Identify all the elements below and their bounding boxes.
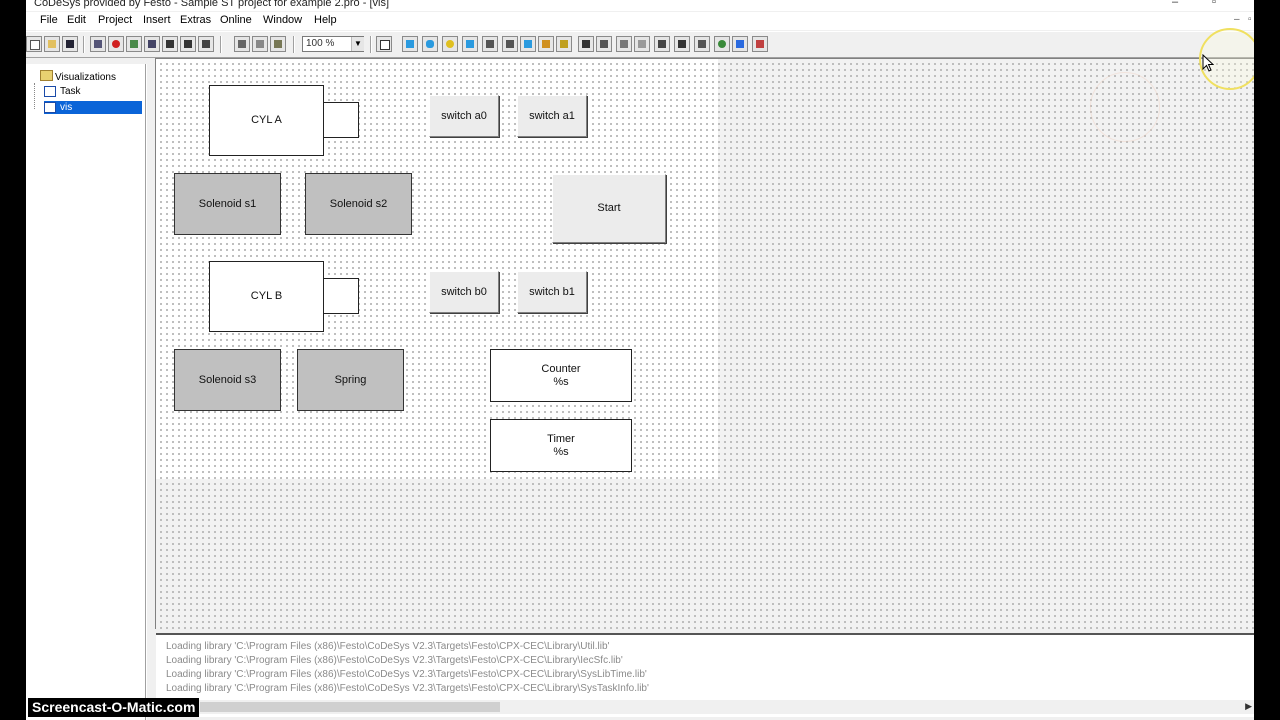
meter-icon[interactable]: [694, 36, 710, 52]
left-letterbox: [0, 0, 26, 720]
rectangle-icon[interactable]: [402, 36, 418, 52]
tree-item-vis[interactable]: vis: [44, 101, 142, 114]
table-grid-icon[interactable]: [654, 36, 670, 52]
toolbar-separator: [370, 36, 372, 53]
menu-extras[interactable]: Extras: [180, 14, 211, 26]
toolbar: 100 % ▼: [26, 31, 1254, 58]
tree-item-label: vis: [60, 102, 73, 113]
tree-item-task[interactable]: Task: [44, 85, 142, 98]
monitor-icon[interactable]: [198, 36, 214, 52]
visualization-icon: [44, 86, 56, 97]
window-title: CoDeSys provided by Festo - Sample ST pr…: [34, 0, 389, 9]
new-icon[interactable]: [26, 36, 42, 52]
bitmap-icon[interactable]: [538, 36, 554, 52]
chevron-down-icon[interactable]: ▼: [351, 37, 364, 51]
bar-icon[interactable]: [732, 36, 748, 52]
button-icon[interactable]: [578, 36, 594, 52]
restore-icon[interactable]: ▫: [1212, 0, 1216, 8]
rounded-rectangle-icon[interactable]: [422, 36, 438, 52]
menu-window[interactable]: Window: [263, 14, 302, 26]
curve-icon[interactable]: [502, 36, 518, 52]
stop-icon[interactable]: [108, 36, 124, 52]
spring[interactable]: Spring: [297, 349, 404, 411]
cylinder-b-body[interactable]: CYL B: [209, 261, 324, 332]
menu-online[interactable]: Online: [220, 14, 252, 26]
pie-icon[interactable]: [520, 36, 536, 52]
click-highlight-ring: [1090, 72, 1160, 142]
select-icon[interactable]: [376, 36, 392, 52]
logout-icon[interactable]: [180, 36, 196, 52]
message-line: Loading library 'C:\Program Files (x86)\…: [166, 683, 649, 694]
counter-display[interactable]: Counter %s: [490, 349, 632, 402]
step-icon[interactable]: [144, 36, 160, 52]
message-horizontal-scrollbar[interactable]: ▶: [156, 700, 1254, 714]
object-tree: Visualizations Task vis: [26, 64, 146, 720]
cylinder-a-body[interactable]: CYL A: [209, 85, 324, 156]
cylinder-a-rod[interactable]: [323, 102, 359, 138]
codesys-window: CoDeSys provided by Festo - Sample ST pr…: [26, 0, 1254, 720]
menu-bar: File Edit Project Insert Extras Online W…: [26, 12, 1254, 30]
paste-icon[interactable]: [270, 36, 286, 52]
folder-icon: [40, 70, 53, 81]
scroll-right-icon[interactable]: ▶: [1245, 701, 1252, 712]
tree-item-label: Task: [60, 86, 81, 97]
minimize-icon[interactable]: –: [1172, 0, 1178, 8]
toolbar-separator: [83, 36, 85, 53]
solenoid-s1[interactable]: Solenoid s1: [174, 173, 281, 235]
run-icon[interactable]: [126, 36, 142, 52]
login-icon[interactable]: [162, 36, 178, 52]
visualization-icon[interactable]: [556, 36, 572, 52]
toolbar-separator: [220, 36, 222, 53]
ellipse-icon[interactable]: [442, 36, 458, 52]
recorder-watermark: Screencast-O-Matic.com: [28, 698, 200, 717]
open-icon[interactable]: [44, 36, 60, 52]
switch-a0[interactable]: switch a0: [429, 95, 499, 137]
trend-icon[interactable]: [714, 36, 730, 52]
mdi-minimize-icon[interactable]: –: [1234, 14, 1240, 25]
text-icon[interactable]: [674, 36, 690, 52]
title-bar: CoDeSys provided by Festo - Sample ST pr…: [26, 0, 1254, 11]
switch-b0[interactable]: switch b0: [429, 271, 499, 313]
copy-icon[interactable]: [252, 36, 268, 52]
alarm-icon[interactable]: [634, 36, 650, 52]
right-letterbox: [1254, 0, 1280, 720]
save-icon[interactable]: [62, 36, 78, 52]
mouse-cursor-icon: [1202, 54, 1214, 72]
cylinder-b-rod[interactable]: [323, 278, 359, 314]
tree-root-visualizations[interactable]: Visualizations: [40, 70, 116, 83]
menu-edit[interactable]: Edit: [67, 14, 86, 26]
visualization-icon: [44, 102, 56, 113]
solenoid-s3[interactable]: Solenoid s3: [174, 349, 281, 411]
histogram-icon[interactable]: [752, 36, 768, 52]
table-icon[interactable]: [616, 36, 632, 52]
menu-insert[interactable]: Insert: [143, 14, 171, 26]
message-line: Loading library 'C:\Program Files (x86)\…: [166, 655, 623, 666]
switch-a1[interactable]: switch a1: [517, 95, 587, 137]
menu-help[interactable]: Help: [314, 14, 337, 26]
toolbar-separator: [293, 36, 295, 53]
scrollbar-thumb[interactable]: [200, 702, 500, 712]
polygon-icon[interactable]: [462, 36, 478, 52]
tree-root-label: Visualizations: [55, 72, 116, 83]
solenoid-s2[interactable]: Solenoid s2: [305, 173, 412, 235]
message-line: Loading library 'C:\Program Files (x86)\…: [166, 669, 647, 680]
polyline-icon[interactable]: [482, 36, 498, 52]
web-icon[interactable]: [596, 36, 612, 52]
start-button[interactable]: Start: [552, 174, 666, 243]
compile-icon[interactable]: [90, 36, 106, 52]
mdi-restore-icon[interactable]: ▫: [1248, 14, 1252, 25]
tree-connector: [34, 83, 35, 109]
menu-file[interactable]: File: [40, 14, 58, 26]
visualization-canvas[interactable]: CYL A switch a0 switch a1 Solenoid s1 So…: [155, 58, 1254, 629]
menu-project[interactable]: Project: [98, 14, 132, 26]
switch-b1[interactable]: switch b1: [517, 271, 587, 313]
cut-icon[interactable]: [234, 36, 250, 52]
message-line: Loading library 'C:\Program Files (x86)\…: [166, 641, 610, 652]
timer-display[interactable]: Timer %s: [490, 419, 632, 472]
